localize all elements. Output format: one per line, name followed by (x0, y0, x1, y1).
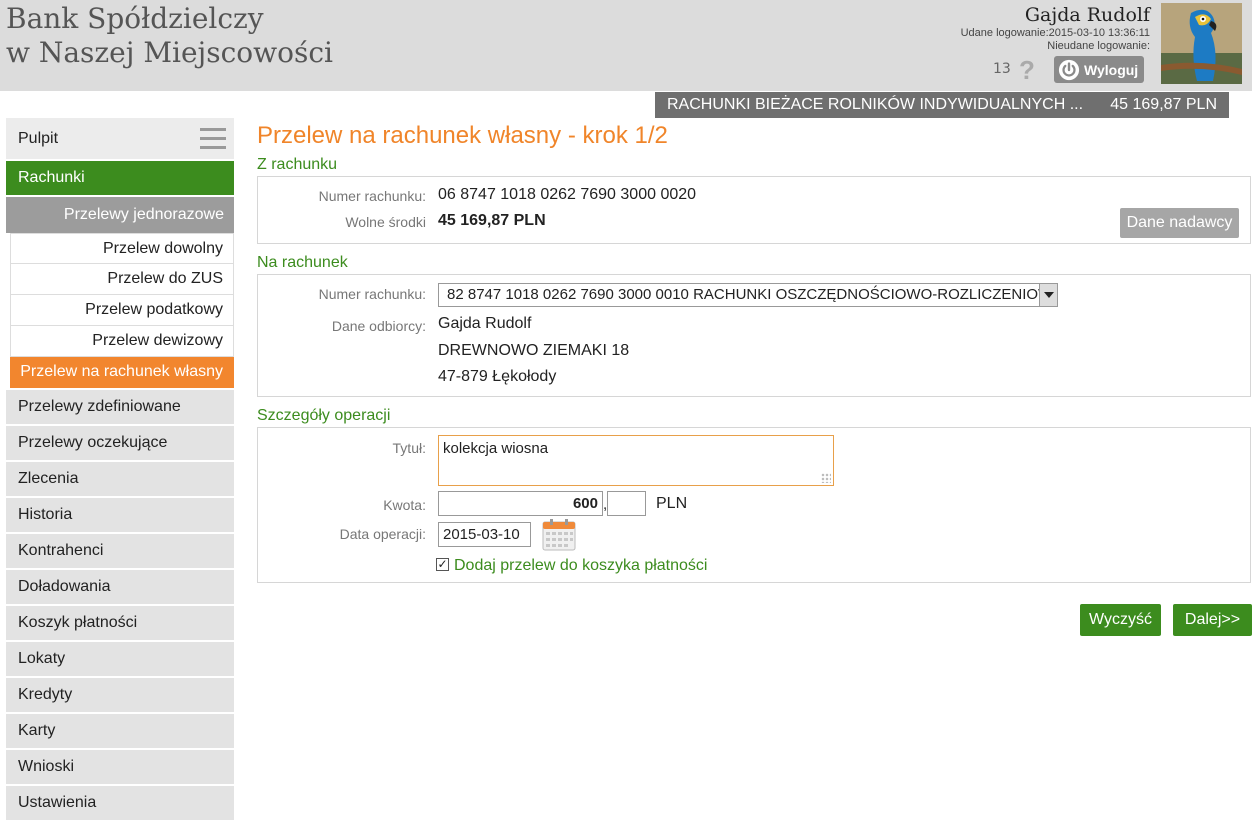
header: Bank Spółdzielczy w Naszej Miejscowości … (0, 0, 1252, 91)
sidebar-group-przelewy-jednorazowe[interactable]: Przelewy jednorazowe (6, 197, 234, 233)
calendar-icon[interactable] (542, 519, 576, 551)
login-info: Udane logowanie:2015-03-10 13:36:11 Nieu… (961, 27, 1150, 53)
free-funds-value: 45 169,87 PLN (438, 212, 546, 229)
date-input[interactable]: 2015-03-10 (438, 522, 531, 547)
to-account-select[interactable]: 82 8747 1018 0262 7690 3000 0010 RACHUNK… (438, 283, 1058, 307)
account-balance: 45 169,87 PLN (1110, 96, 1217, 113)
from-account-number: 06 8747 1018 0262 7690 3000 0020 (438, 186, 697, 203)
sidebar-item-przelew-do-zus[interactable]: Przelew do ZUS (10, 264, 234, 295)
currency-label: PLN (656, 495, 688, 512)
bank-name: Bank Spółdzielczy w Naszej Miejscowości (6, 2, 333, 70)
free-funds-label: Wolne środki (345, 214, 426, 230)
sidebar-item-przelewy-zdefiniowane[interactable]: Przelewy zdefiniowane (6, 390, 234, 424)
sidebar-item-ustawienia[interactable]: Ustawienia (6, 786, 234, 820)
amount-whole-input[interactable]: 600 (438, 491, 603, 516)
main-content: Przelew na rachunek własny - krok 1/2 Z … (257, 118, 1252, 636)
sidebar-item-zlecenia[interactable]: Zlecenia (6, 462, 234, 496)
logout-label: Wyloguj (1084, 61, 1139, 78)
section-to-account: Na rachunek (257, 254, 348, 271)
sidebar-item-doladowania[interactable]: Doładowania (6, 570, 234, 604)
to-account-panel: Numer rachunku: 82 8747 1018 0262 7690 3… (257, 274, 1251, 397)
sender-data-button[interactable]: Dane nadawcy (1120, 208, 1239, 238)
sidebar-item-koszyk[interactable]: Koszyk płatności (6, 606, 234, 640)
recipient-name: Gajda Rudolf (438, 315, 532, 332)
clear-button[interactable]: Wyczyść (1080, 604, 1161, 636)
sidebar-item-karty[interactable]: Karty (6, 714, 234, 748)
basket-checkbox[interactable]: ✓ (436, 558, 449, 571)
sidebar-item-przelew-wlasny[interactable]: Przelew na rachunek własny (10, 357, 234, 388)
recipient-city: 47-879 Łękołody (438, 368, 557, 385)
sidebar-item-pulpit[interactable]: Pulpit (6, 118, 234, 159)
help-icon[interactable]: ? (1019, 55, 1035, 86)
sidebar-item-kontrahenci[interactable]: Kontrahenci (6, 534, 234, 568)
sidebar-item-lokaty[interactable]: Lokaty (6, 642, 234, 676)
from-account-panel: Numer rachunku: 06 8747 1018 0262 7690 3… (257, 176, 1251, 244)
sidebar-item-rachunki[interactable]: Rachunki (6, 161, 234, 195)
avatar (1161, 3, 1242, 84)
basket-checkbox-label[interactable]: Dodaj przelew do koszyka płatności (454, 557, 707, 575)
menu-icon[interactable] (200, 128, 226, 149)
amount-label: Kwota: (383, 497, 426, 513)
details-panel: Tytuł: kolekcja wiosna Kwota: 600 , PLN … (257, 427, 1251, 583)
parrot-image (1161, 3, 1242, 84)
title-label: Tytuł: (392, 440, 426, 456)
sidebar-item-przelew-dewizowy[interactable]: Przelew dewizowy (10, 326, 234, 357)
recipient-street: DREWNOWO ZIEMAKI 18 (438, 342, 630, 359)
sidebar-item-kredyty[interactable]: Kredyty (6, 678, 234, 712)
active-account-bar[interactable]: RACHUNKI BIEŻACE ROLNIKÓW INDYWIDUALNYCH… (655, 92, 1229, 118)
last-login-label: Udane logowanie: (960, 27, 1049, 39)
recipient-label: Dane odbiorcy: (331, 318, 426, 334)
przelewy-submenu: Przelewy jednorazowe Przelew dowolny Prz… (6, 197, 234, 388)
section-from-account: Z rachunku (257, 156, 338, 173)
title-input-value: kolekcja wiosna (443, 440, 549, 457)
next-button[interactable]: Dalej>> (1173, 604, 1252, 636)
sidebar-item-wnioski[interactable]: Wnioski (6, 750, 234, 784)
title-input[interactable]: kolekcja wiosna (438, 435, 834, 486)
user-name: Gajda Rudolf (1024, 4, 1150, 26)
last-login-value: 2015-03-10 13:36:11 (1048, 27, 1150, 39)
sidebar-item-przelew-dowolny[interactable]: Przelew dowolny (10, 233, 234, 264)
sidebar-item-label: Pulpit (18, 129, 59, 147)
bank-name-line2: w Naszej Miejscowości (6, 36, 333, 69)
sidebar-item-historia[interactable]: Historia (6, 498, 234, 532)
resize-grip-icon[interactable] (821, 473, 831, 483)
from-account-label: Numer rachunku: (318, 188, 426, 204)
sidebar-item-przelewy-oczekujace[interactable]: Przelewy oczekujące (6, 426, 234, 460)
sidebar-item-przelew-podatkowy[interactable]: Przelew podatkowy (10, 295, 234, 326)
section-details: Szczegóły operacji (257, 407, 391, 424)
failed-login-label: Nieudane logowanie: (1047, 40, 1150, 52)
power-icon (1058, 59, 1080, 80)
amount-fraction-input[interactable] (607, 491, 646, 516)
page-title: Przelew na rachunek własny - krok 1/2 (257, 122, 668, 149)
to-account-label: Numer rachunku: (318, 286, 426, 302)
to-account-selected: 82 8747 1018 0262 7690 3000 0010 RACHUNK… (447, 286, 1058, 303)
sidebar: Pulpit Rachunki Przelewy jednorazowe Prz… (6, 118, 234, 822)
message-count[interactable]: 13 (993, 61, 1011, 77)
chevron-down-icon[interactable] (1039, 284, 1057, 306)
account-name: RACHUNKI BIEŻACE ROLNIKÓW INDYWIDUALNYCH… (667, 96, 1084, 113)
logout-button[interactable]: Wyloguj (1054, 56, 1144, 83)
date-label: Data operacji: (339, 526, 426, 542)
bank-name-line1: Bank Spółdzielczy (6, 2, 264, 35)
